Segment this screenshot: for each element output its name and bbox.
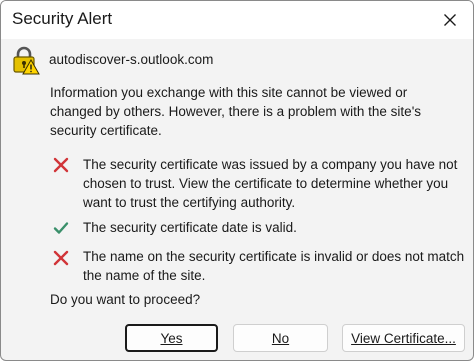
window-title: Security Alert — [12, 9, 113, 28]
view-certificate-button[interactable]: View Certificate... — [342, 324, 465, 352]
view-certificate-button-label: View Certificate... — [351, 330, 456, 346]
lock-warning-icon — [13, 46, 40, 75]
intro-text: Information you exchange with this site … — [50, 85, 422, 138]
proceed-question: Do you want to proceed? — [50, 292, 201, 307]
no-button[interactable]: No — [233, 324, 328, 352]
security-alert-dialog: Security Alert autodiscover-s.outlook.co… — [0, 0, 474, 361]
no-button-label: No — [271, 330, 290, 346]
close-button[interactable] — [427, 1, 473, 39]
x-icon — [53, 250, 69, 266]
x-icon — [53, 157, 69, 173]
check-icon — [53, 222, 69, 234]
site-hostname: autodiscover-s.outlook.com — [49, 52, 214, 67]
title-bar: Security Alert — [1, 1, 473, 39]
certificate-name-mismatch: The name on the security certificate is … — [83, 249, 465, 283]
yes-button-label: Yes — [160, 330, 183, 346]
certificate-date-valid: The security certificate date is valid. — [83, 220, 297, 235]
close-icon — [444, 14, 456, 26]
yes-button[interactable]: Yes — [125, 324, 218, 352]
certificate-issue-untrusted: The security certificate was issued by a… — [83, 157, 458, 210]
